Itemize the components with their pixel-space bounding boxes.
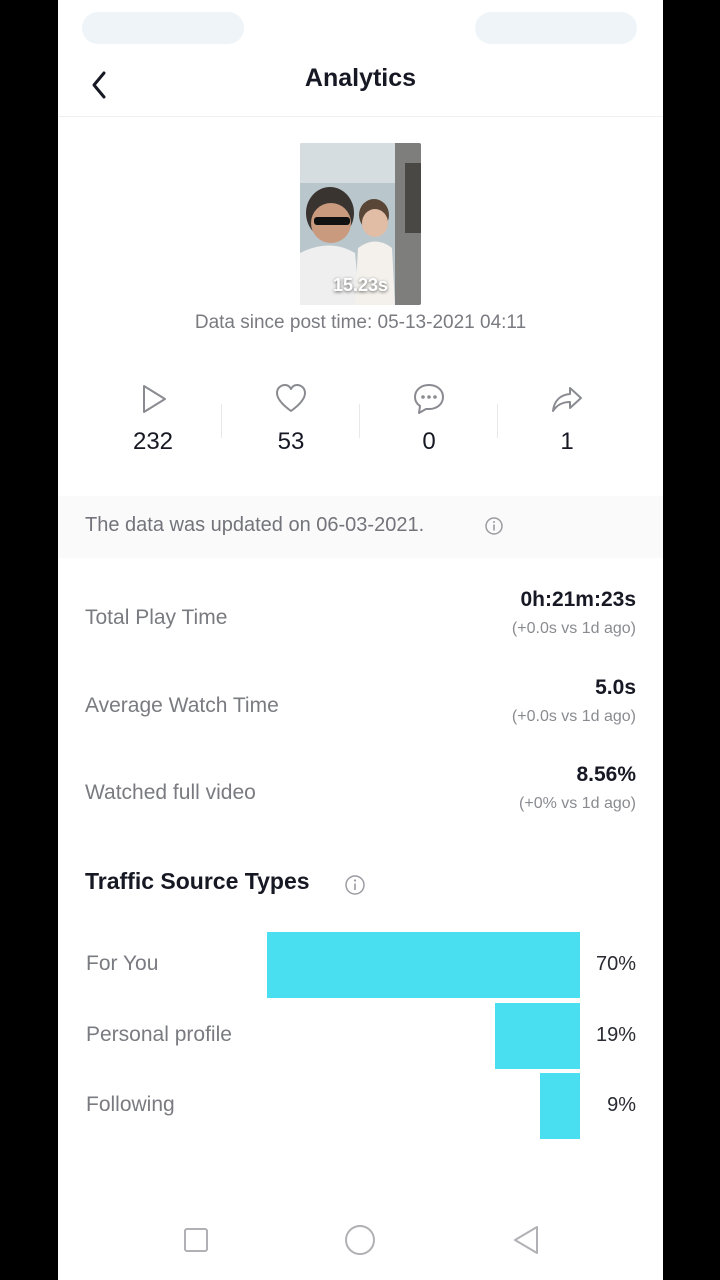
stat-comments: 0 xyxy=(360,376,498,466)
video-thumbnail[interactable]: 15.23s xyxy=(300,143,421,305)
stats-row: 232 53 0 1 xyxy=(84,376,636,466)
status-bar xyxy=(58,0,663,56)
status-bar-left xyxy=(82,12,244,44)
stat-shares-value: 1 xyxy=(560,428,574,455)
metric-delta: (+0.0s vs 1d ago) xyxy=(511,708,636,725)
traffic-row-percent: 9% xyxy=(607,1094,636,1116)
traffic-section-title: Traffic Source Types xyxy=(85,868,310,894)
analytics-screen: Analytics 15.23s Data since post time: 0… xyxy=(58,0,663,1280)
update-notice: The data was updated on 06-03-2021. xyxy=(58,496,663,558)
triangle-back-icon[interactable] xyxy=(508,1222,544,1258)
traffic-row-label: For You xyxy=(86,952,159,975)
stat-likes: 53 xyxy=(222,376,360,466)
traffic-bar xyxy=(267,932,580,998)
play-icon xyxy=(143,385,166,413)
metric-watched-full-video: Watched full video 8.56% (+0% vs 1d ago) xyxy=(58,763,663,833)
metric-average-watch-time: Average Watch Time 5.0s (+0.0s vs 1d ago… xyxy=(58,676,663,746)
traffic-bar xyxy=(495,1003,580,1069)
metric-label: Average Watch Time xyxy=(85,694,279,717)
metric-label: Watched full video xyxy=(85,781,256,804)
traffic-row-label: Personal profile xyxy=(86,1023,232,1046)
square-icon[interactable] xyxy=(178,1222,214,1258)
update-notice-text: The data was updated on 06-03-2021. xyxy=(85,514,425,536)
metric-delta: (+0% vs 1d ago) xyxy=(519,795,636,812)
heart-icon xyxy=(276,384,306,412)
circle-icon[interactable] xyxy=(342,1222,378,1258)
info-icon[interactable] xyxy=(344,874,366,896)
traffic-row-label: Following xyxy=(86,1093,175,1116)
traffic-row: For You 70% xyxy=(58,932,663,998)
header: Analytics xyxy=(58,56,663,117)
stat-comments-value: 0 xyxy=(422,428,436,455)
stat-views-value: 232 xyxy=(132,428,174,455)
traffic-row: Following 9% xyxy=(58,1073,663,1139)
video-duration: 15.23s xyxy=(332,275,389,295)
metric-delta: (+0.0s vs 1d ago) xyxy=(511,620,636,637)
metric-value: 0h:21m:23s xyxy=(520,588,636,611)
metric-value: 5.0s xyxy=(595,676,636,699)
post-time-text: Data since post time: 05-13-2021 04:11 xyxy=(194,312,527,333)
metric-total-play-time: Total Play Time 0h:21m:23s (+0.0s vs 1d … xyxy=(58,588,663,658)
page-title: Analytics xyxy=(304,64,417,92)
traffic-row: Personal profile 19% xyxy=(58,1003,663,1069)
system-nav-bar xyxy=(58,1200,663,1280)
traffic-row-percent: 19% xyxy=(595,1024,636,1046)
metric-value: 8.56% xyxy=(576,763,636,786)
comment-icon xyxy=(414,384,444,414)
stat-likes-value: 53 xyxy=(277,428,305,455)
status-bar-right xyxy=(475,12,637,44)
traffic-row-percent: 70% xyxy=(595,953,636,975)
info-icon[interactable] xyxy=(484,516,504,536)
metric-label: Total Play Time xyxy=(85,606,228,629)
stat-views: 232 xyxy=(84,376,222,466)
traffic-bar xyxy=(540,1073,580,1139)
share-icon xyxy=(552,387,582,412)
stat-shares: 1 xyxy=(498,376,636,466)
